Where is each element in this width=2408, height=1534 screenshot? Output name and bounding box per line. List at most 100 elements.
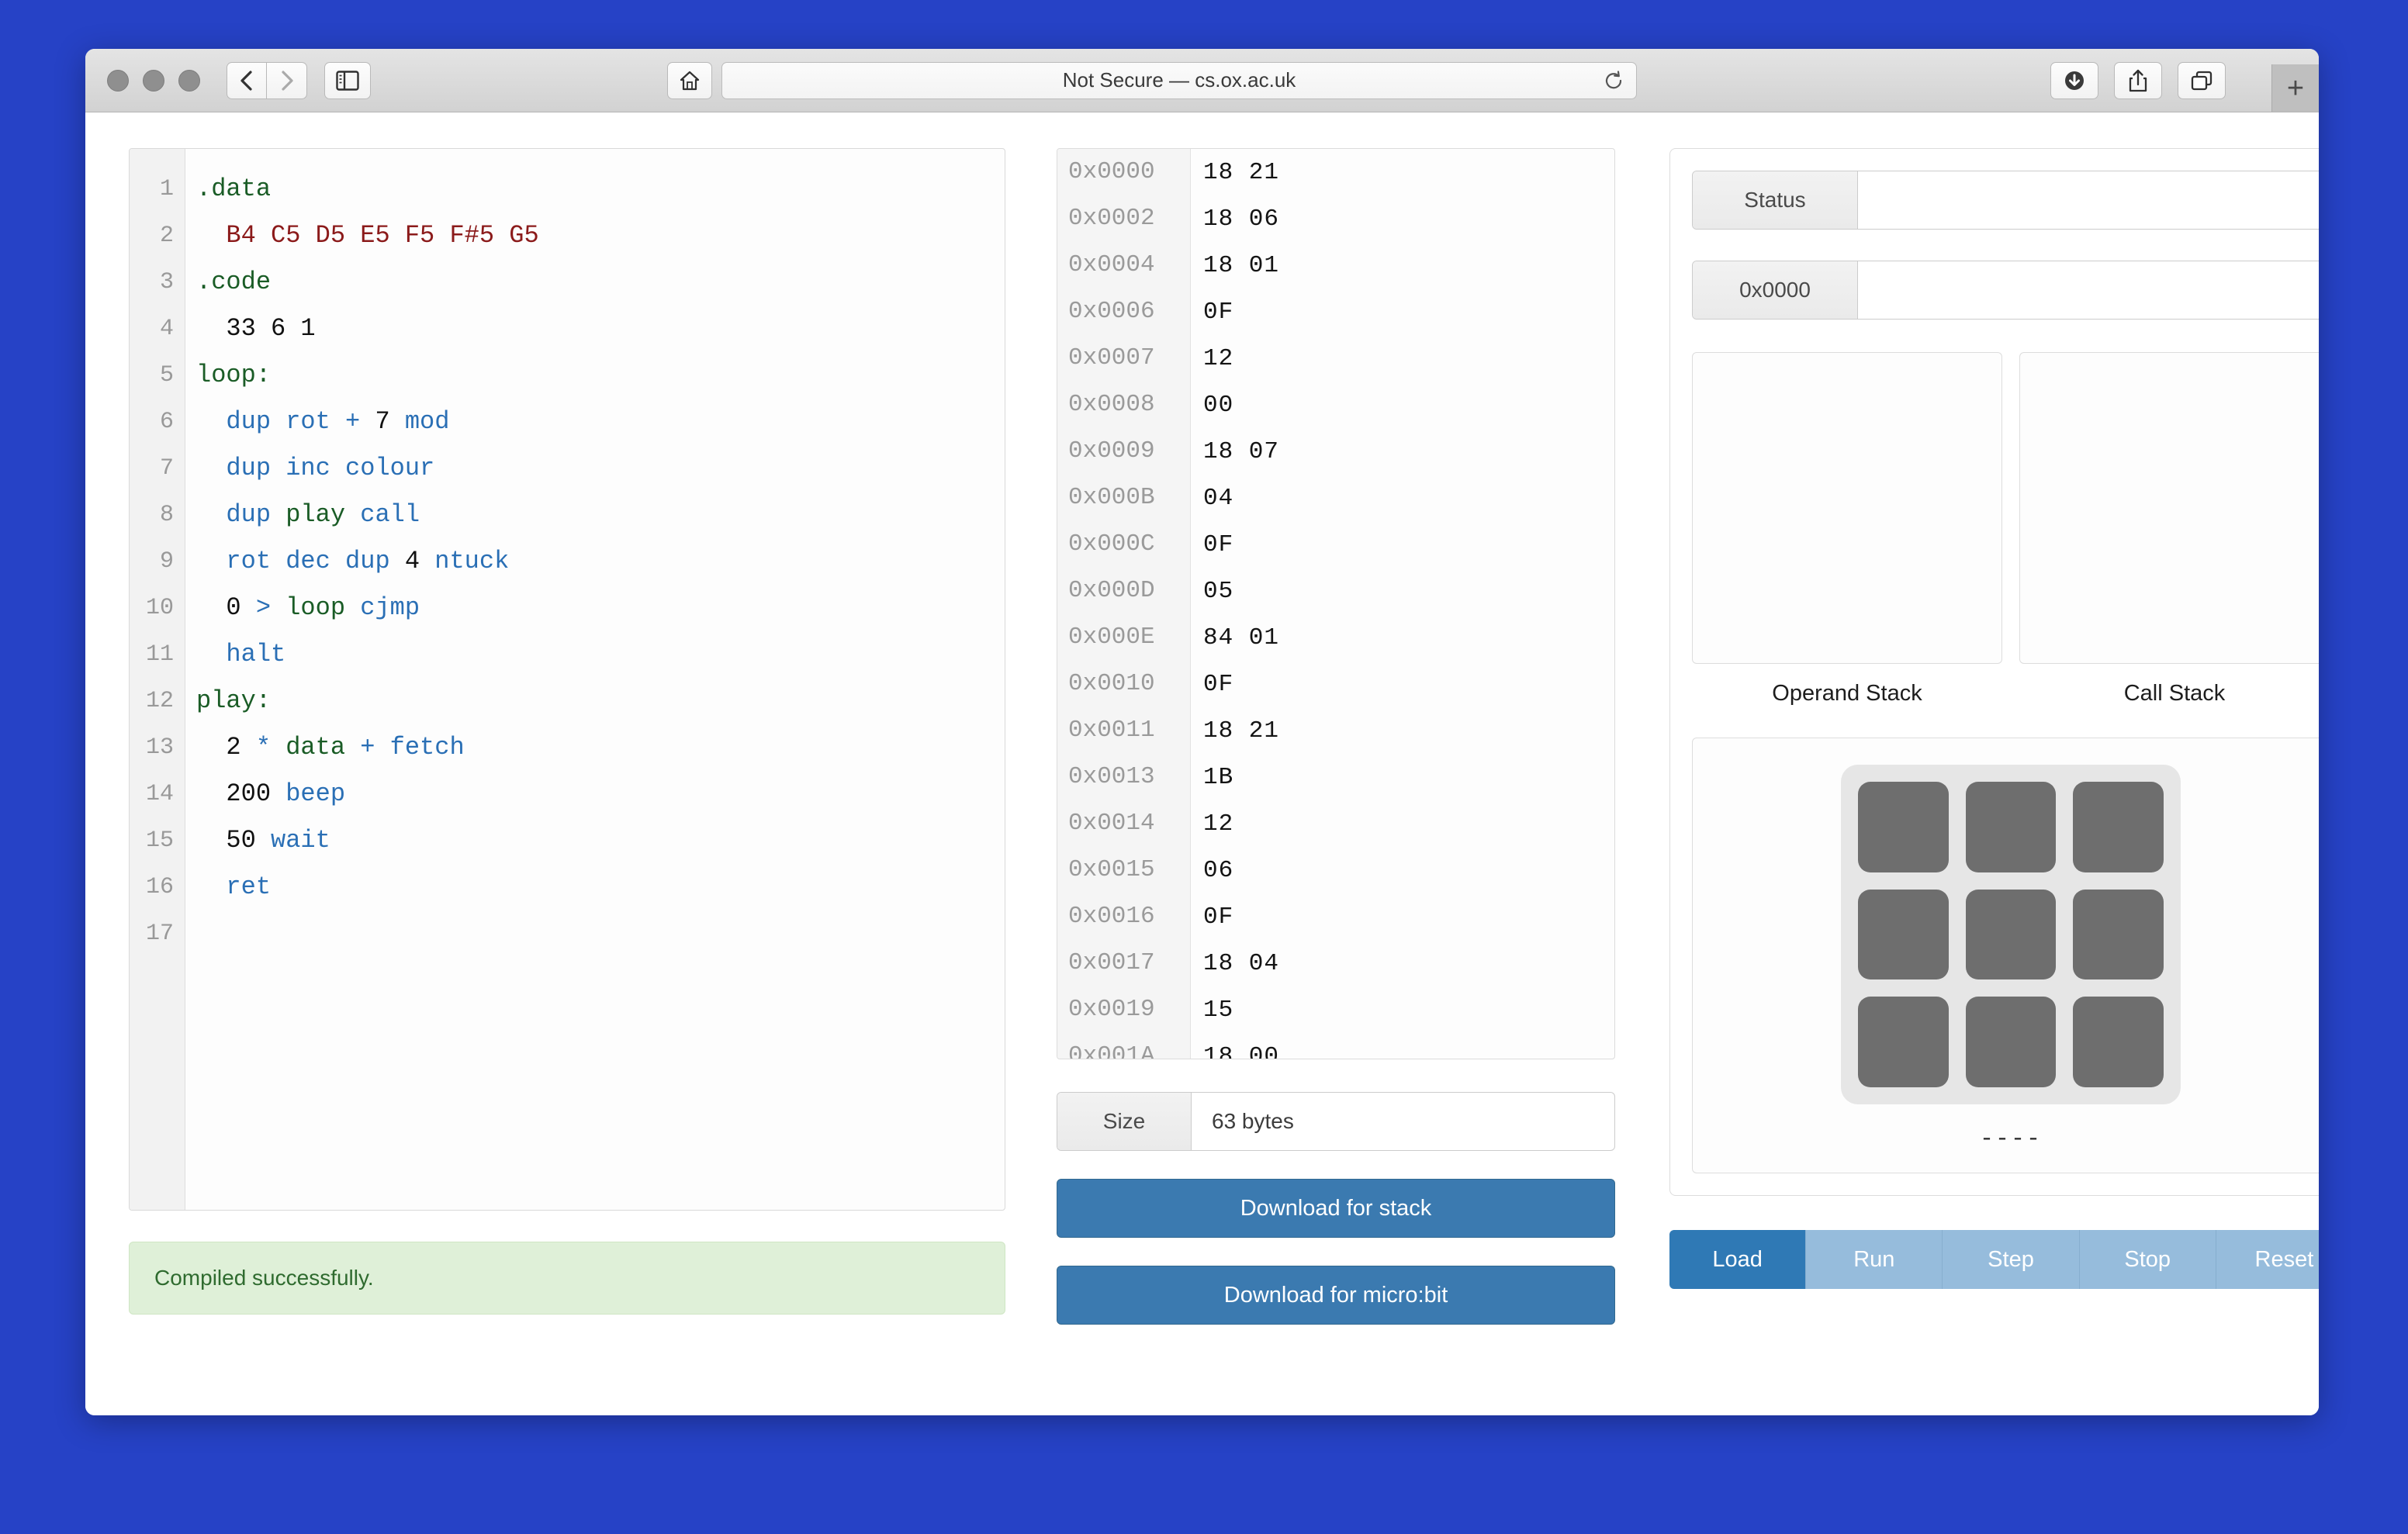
hexdump-address: 0x000D bbox=[1057, 568, 1191, 614]
navigation-buttons bbox=[227, 61, 307, 99]
home-icon bbox=[680, 71, 700, 90]
control-button-run[interactable]: Run bbox=[1806, 1230, 1943, 1289]
hexdump-bytes: 18 07 bbox=[1203, 437, 1280, 465]
code-token: loop bbox=[285, 593, 346, 622]
tab-overview-button[interactable] bbox=[2178, 61, 2226, 99]
code-token: dup inc colour bbox=[226, 454, 435, 482]
share-icon bbox=[2129, 69, 2147, 92]
code-line: dup inc colour bbox=[196, 445, 1005, 492]
code-token: beep bbox=[271, 779, 346, 808]
code-token: > bbox=[240, 593, 286, 622]
hexdump-row: 0x0014 12 bbox=[1057, 800, 1614, 847]
compile-status-alert: Compiled successfully. bbox=[129, 1242, 1005, 1315]
hexdump-address: 0x0007 bbox=[1057, 335, 1191, 382]
device-display-card: ---- bbox=[1692, 738, 2319, 1173]
hexdump-address: 0x0009 bbox=[1057, 428, 1191, 475]
call-stack-box bbox=[2019, 352, 2319, 664]
toolbar-right-buttons bbox=[2050, 61, 2226, 99]
code-line: 2 * data + fetch bbox=[196, 724, 1005, 771]
traffic-lights bbox=[107, 69, 200, 92]
status-label: Status bbox=[1693, 171, 1858, 229]
forward-button[interactable] bbox=[267, 61, 307, 99]
hexdump-bytes: 12 bbox=[1203, 344, 1234, 372]
hexdump-row: 0x001A 18 00 bbox=[1057, 1033, 1614, 1059]
hexdump-row: 0x0013 1B bbox=[1057, 754, 1614, 800]
code-token: B4 C5 D5 E5 F5 F#5 G5 bbox=[226, 221, 539, 250]
code-token: mod bbox=[389, 407, 450, 436]
code-line: 33 6 1 bbox=[196, 306, 1005, 352]
download-for-stack-button[interactable]: Download for stack bbox=[1057, 1179, 1615, 1238]
hexdump-address: 0x0015 bbox=[1057, 847, 1191, 893]
hexdump-row: 0x0015 06 bbox=[1057, 847, 1614, 893]
line-number: 12 bbox=[145, 688, 174, 714]
code-token: * bbox=[240, 733, 286, 762]
line-number-gutter: 1 2 3 4 5 6 7 8 9 10 11 12 13 14 15 16 17 bbox=[130, 149, 185, 1210]
control-button-load[interactable]: Load bbox=[1669, 1230, 1807, 1289]
line-number: 4 bbox=[159, 316, 174, 342]
size-value: 63 bytes bbox=[1212, 1109, 1294, 1133]
hexdump-bytes: 18 06 bbox=[1203, 205, 1280, 233]
sidebar-toggle-button[interactable] bbox=[324, 61, 371, 99]
line-number: 8 bbox=[159, 502, 174, 528]
operand-stack-column: Operand Stack bbox=[1692, 352, 2002, 707]
code-token: 50 bbox=[226, 826, 256, 855]
page-content: 1 2 3 4 5 6 7 8 9 10 11 12 13 14 15 16 17 .data B4 C5 D5… bbox=[85, 112, 2319, 1415]
hexdump-bytes: 0F bbox=[1203, 530, 1234, 558]
address-text: Not Secure — cs.ox.ac.uk bbox=[1062, 68, 1296, 92]
hexdump-row: 0x0008 00 bbox=[1057, 382, 1614, 428]
led-cell bbox=[1858, 889, 1949, 980]
hexdump-address: 0x0002 bbox=[1057, 195, 1191, 242]
hexdump-row: 0x0019 15 bbox=[1057, 986, 1614, 1033]
browser-window: Not Secure — cs.ox.ac.uk + 1 2 3 4 5 6 7… bbox=[85, 49, 2319, 1415]
zoom-window-button[interactable] bbox=[178, 69, 200, 92]
hexdump-bytes: 06 bbox=[1203, 856, 1234, 884]
reload-icon[interactable] bbox=[1604, 70, 1624, 91]
hexdump-address: 0x0019 bbox=[1057, 986, 1191, 1033]
control-button-step[interactable]: Step bbox=[1943, 1230, 2080, 1289]
minimize-window-button[interactable] bbox=[143, 69, 164, 92]
close-window-button[interactable] bbox=[107, 69, 129, 92]
code-line: ret bbox=[196, 864, 1005, 910]
back-button[interactable] bbox=[227, 61, 267, 99]
code-token: 4 bbox=[404, 547, 420, 575]
hexdump-address: 0x000C bbox=[1057, 521, 1191, 568]
home-button[interactable] bbox=[667, 61, 712, 99]
hexdump-listing[interactable]: 0x0000 18 21 0x0002 18 06 0x0004 18 01 0x0006 0… bbox=[1057, 148, 1615, 1059]
hexdump-row: 0x0011 18 21 bbox=[1057, 707, 1614, 754]
hexdump-address: 0x0010 bbox=[1057, 661, 1191, 707]
code-token: play: bbox=[196, 686, 272, 715]
led-cell bbox=[1858, 997, 1949, 1087]
control-button-reset[interactable]: Reset bbox=[2216, 1230, 2319, 1289]
hexdump-address: 0x0013 bbox=[1057, 754, 1191, 800]
display-readout: ---- bbox=[1979, 1126, 2042, 1152]
hexdump-row: 0x0009 18 07 bbox=[1057, 428, 1614, 475]
downloads-button[interactable] bbox=[2050, 61, 2098, 99]
hexdump-bytes: 12 bbox=[1203, 810, 1234, 838]
code-token: rot dec dup bbox=[226, 547, 405, 575]
source-editor[interactable]: 1 2 3 4 5 6 7 8 9 10 11 12 13 14 15 16 17 .data B4 C5 D5… bbox=[129, 148, 1005, 1211]
hexdump-bytes: 04 bbox=[1203, 484, 1234, 512]
hexdump-row: 0x0002 18 06 bbox=[1057, 195, 1614, 242]
code-token: 200 bbox=[226, 779, 272, 808]
address-bar[interactable]: Not Secure — cs.ox.ac.uk bbox=[721, 61, 1637, 99]
led-cell bbox=[2073, 889, 2164, 980]
new-tab-button[interactable]: + bbox=[2271, 64, 2319, 112]
control-button-stop[interactable]: Stop bbox=[2079, 1230, 2216, 1289]
code-line: loop: bbox=[196, 352, 1005, 399]
hexdump-address: 0x0011 bbox=[1057, 707, 1191, 754]
source-code-area[interactable]: .data B4 C5 D5 E5 F5 F#5 G5 .code 33 6 1 l… bbox=[185, 149, 1005, 1210]
line-number: 11 bbox=[145, 641, 174, 668]
code-line: halt bbox=[196, 631, 1005, 678]
code-line: B4 C5 D5 E5 F5 F#5 G5 bbox=[196, 212, 1005, 259]
share-button[interactable] bbox=[2114, 61, 2162, 99]
hexdump-row: 0x0017 18 04 bbox=[1057, 940, 1614, 986]
download-for-microbit-button[interactable]: Download for micro:bit bbox=[1057, 1266, 1615, 1325]
code-token: cjmp bbox=[345, 593, 420, 622]
